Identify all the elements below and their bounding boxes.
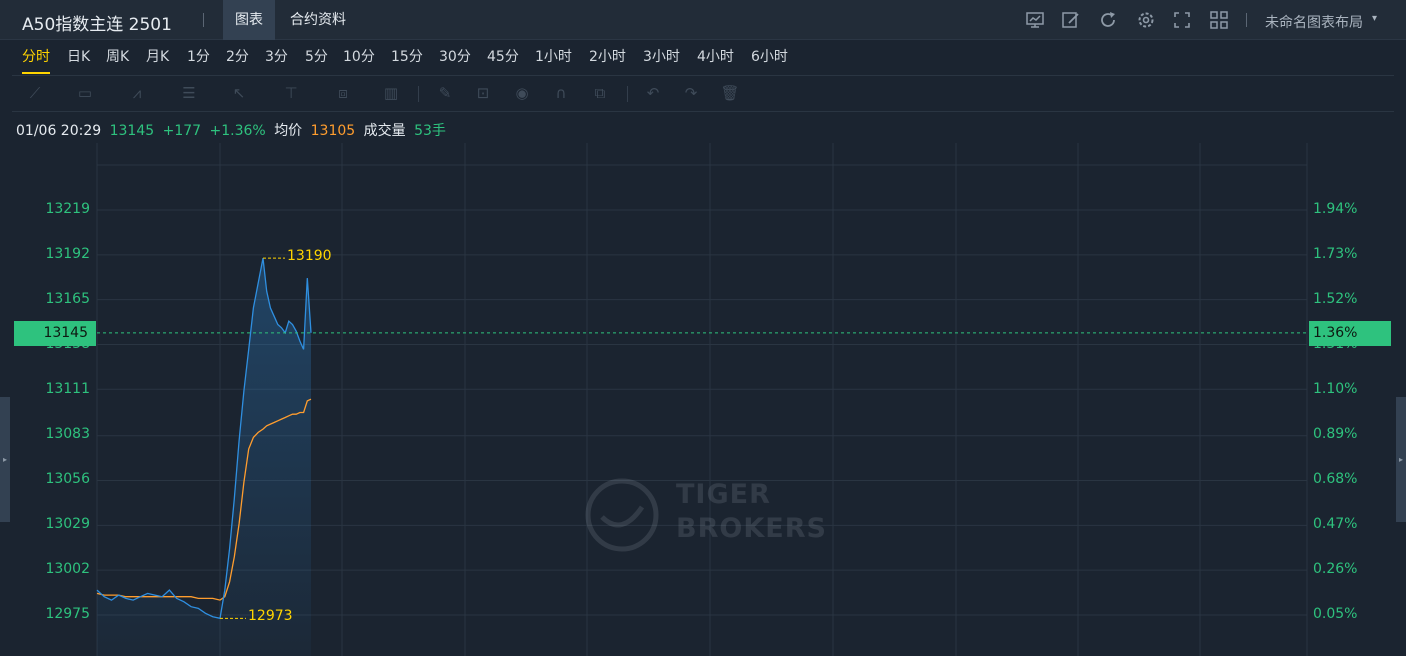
period-7[interactable]: 5分: [305, 44, 328, 74]
tiger-brokers-watermark: TIGER BROKERS: [584, 477, 827, 557]
period-4[interactable]: 1分: [187, 44, 210, 74]
y-tick-right: 1.10%: [1313, 381, 1358, 397]
volume-value: 53手: [414, 123, 446, 139]
pencil-icon[interactable]: ✎: [432, 82, 458, 104]
magnet-icon[interactable]: ∩: [548, 82, 574, 104]
period-9[interactable]: 15分: [391, 44, 423, 74]
toolbar-separator-0: [418, 86, 419, 102]
header-separator-right: [1246, 13, 1247, 27]
y-tick-right: 1.52%: [1313, 291, 1358, 307]
clone-icon[interactable]: ⧉: [587, 82, 613, 104]
watermark-line1: TIGER: [676, 479, 771, 510]
instrument-title: A50指数主连 2501: [22, 15, 172, 35]
y-tick-left: 13029: [45, 516, 90, 532]
low-price-label: 12973: [248, 608, 293, 625]
fullscreen-icon[interactable]: [1172, 10, 1192, 30]
y-tick-left: 13083: [45, 426, 90, 442]
quote-change: +177: [162, 123, 202, 139]
y-tick-right: 0.89%: [1313, 426, 1358, 442]
toolbar-divider: [12, 111, 1394, 112]
current-pct-tag: 1.36%: [1309, 320, 1391, 346]
layout-name-dropdown[interactable]: 未命名图表布局: [1265, 12, 1363, 32]
period-10[interactable]: 30分: [439, 44, 471, 74]
quote-change-pct: +1.36%: [209, 123, 266, 139]
avg-price-value: 13105: [310, 123, 356, 139]
volume-tool-icon[interactable]: ▥: [378, 82, 404, 104]
refresh-icon[interactable]: [1098, 10, 1118, 30]
period-8[interactable]: 10分: [343, 44, 375, 74]
period-12[interactable]: 1小时: [535, 44, 572, 74]
redo-icon[interactable]: ↷: [678, 82, 704, 104]
period-13[interactable]: 2小时: [589, 44, 626, 74]
period-11[interactable]: 45分: [487, 44, 519, 74]
fibonacci-tool-icon[interactable]: ☰: [176, 82, 202, 104]
quote-price: 13145: [109, 123, 155, 139]
y-tick-left: 13002: [45, 561, 90, 577]
rectangle-tool-icon[interactable]: ▭: [72, 82, 98, 104]
eye-icon[interactable]: ◉: [509, 82, 535, 104]
period-15[interactable]: 4小时: [697, 44, 734, 74]
top-header: A50指数主连 2501 图表 合约资料 未命名图表布局 ▾: [0, 0, 1406, 40]
period-divider: [12, 75, 1394, 76]
toolbar-separator-1: [627, 86, 628, 102]
y-tick-right: 0.26%: [1313, 561, 1358, 577]
period-5[interactable]: 2分: [226, 44, 249, 74]
volume-label: 成交量: [363, 123, 406, 139]
y-tick-left: 13111: [45, 381, 90, 397]
period-14[interactable]: 3小时: [643, 44, 680, 74]
measure-tool-icon[interactable]: ⧈: [330, 82, 356, 104]
quote-datetime: 01/06 20:29: [16, 123, 102, 139]
y-tick-right: 1.94%: [1313, 201, 1358, 217]
tab-chart[interactable]: 图表: [223, 0, 275, 40]
period-2[interactable]: 周K: [106, 44, 129, 74]
avg-price-label: 均价: [274, 123, 303, 139]
pattern-tool-icon[interactable]: ⩘: [124, 82, 150, 104]
y-tick-right: 1.73%: [1313, 246, 1358, 262]
chevron-down-icon[interactable]: ▾: [1372, 13, 1377, 24]
y-tick-left: 13219: [45, 201, 90, 217]
intraday-chart[interactable]: TIGER BROKERS 13219131921316513138131111…: [0, 143, 1406, 656]
chart-app: A50指数主连 2501 图表 合约资料 未命名图表布局 ▾ 分时 日K 周K 月K 1…: [0, 0, 1406, 656]
lock-icon[interactable]: ⊡: [470, 82, 496, 104]
period-16[interactable]: 6小时: [751, 44, 788, 74]
watermark-line2: BROKERS: [676, 513, 827, 544]
settings-icon[interactable]: [1136, 10, 1156, 30]
text-tool-icon[interactable]: ⊤: [278, 82, 304, 104]
line-tool-icon[interactable]: ⟋: [22, 82, 48, 104]
y-tick-left: 13056: [45, 471, 90, 487]
quote-info-line: 01/06 20:29 13145 +177 +1.36% 均价 13105 成…: [16, 120, 450, 140]
undo-icon[interactable]: ↶: [640, 82, 666, 104]
layout-grid-icon[interactable]: [1209, 10, 1229, 30]
high-price-label: 13190: [287, 248, 332, 265]
right-panel-handle[interactable]: ▸: [1396, 397, 1406, 522]
period-0[interactable]: 分时: [22, 44, 50, 74]
chart-template-icon[interactable]: [1025, 10, 1045, 30]
current-price-tag: 13145: [14, 320, 96, 346]
y-tick-left: 12975: [45, 606, 90, 622]
y-tick-right: 0.47%: [1313, 516, 1358, 532]
header-separator: [203, 13, 204, 27]
tab-contract-info[interactable]: 合约资料: [278, 0, 358, 40]
y-tick-right: 0.05%: [1313, 606, 1358, 622]
y-tick-right: 0.68%: [1313, 471, 1358, 487]
arrow-tool-icon[interactable]: ↖: [226, 82, 252, 104]
tiger-logo-icon: [585, 478, 659, 552]
period-1[interactable]: 日K: [67, 44, 90, 74]
trash-icon[interactable]: 🗑: [717, 82, 743, 104]
y-tick-left: 13165: [45, 291, 90, 307]
draw-icon[interactable]: [1061, 10, 1081, 30]
chart-canvas[interactable]: [0, 143, 1406, 656]
y-tick-left: 13192: [45, 246, 90, 262]
period-3[interactable]: 月K: [146, 44, 169, 74]
period-6[interactable]: 3分: [265, 44, 288, 74]
left-panel-handle[interactable]: ▸: [0, 397, 10, 522]
